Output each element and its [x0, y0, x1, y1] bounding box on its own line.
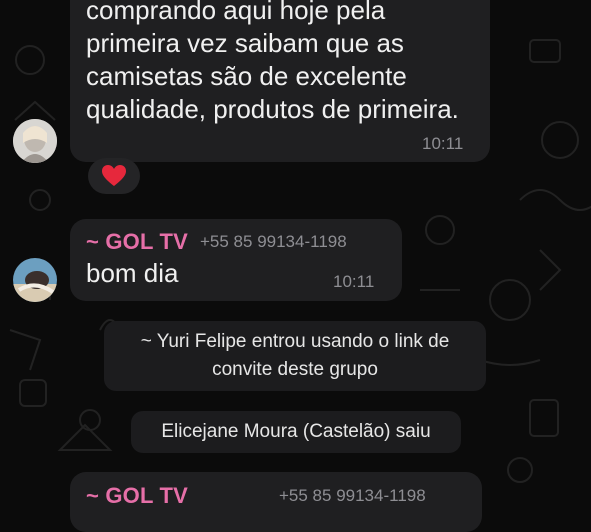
message-text: bom dia [86, 258, 179, 288]
sender-name[interactable]: ~ GOL TV [86, 229, 188, 255]
system-message-text: ~ Yuri Felipe entrou usando o link de co… [140, 331, 450, 380]
message-time: 10:11 [422, 134, 464, 153]
message-bubble[interactable]: comprando aqui hoje pela primeira vez sa… [70, 0, 490, 162]
sender-name[interactable]: ~ GOL TV [86, 483, 188, 509]
user-photo-icon [13, 258, 57, 302]
heart-emoji-icon [102, 165, 126, 186]
system-message-joined: ~ Yuri Felipe entrou usando o link de co… [104, 321, 486, 391]
sender-phone: +55 85 99134-1198 [279, 486, 426, 505]
avatar[interactable] [13, 119, 57, 163]
avatar[interactable] [13, 258, 57, 302]
system-message-left: Elicejane Moura (Castelão) saiu [131, 411, 461, 453]
message-text: comprando aqui hoje pela primeira vez sa… [86, 0, 459, 124]
system-message-text: Elicejane Moura (Castelão) saiu [161, 421, 431, 442]
message-bubble[interactable]: ~ GOL TV +55 85 99134-1198 [70, 472, 482, 532]
message-time: 10:11 [333, 272, 375, 291]
sender-phone: +55 85 99134-1198 [200, 232, 347, 251]
reaction-badge[interactable] [88, 158, 140, 194]
user-photo-icon [13, 119, 57, 163]
message-bubble[interactable]: ~ GOL TV +55 85 99134-1198 bom dia 10:11 [70, 219, 402, 301]
